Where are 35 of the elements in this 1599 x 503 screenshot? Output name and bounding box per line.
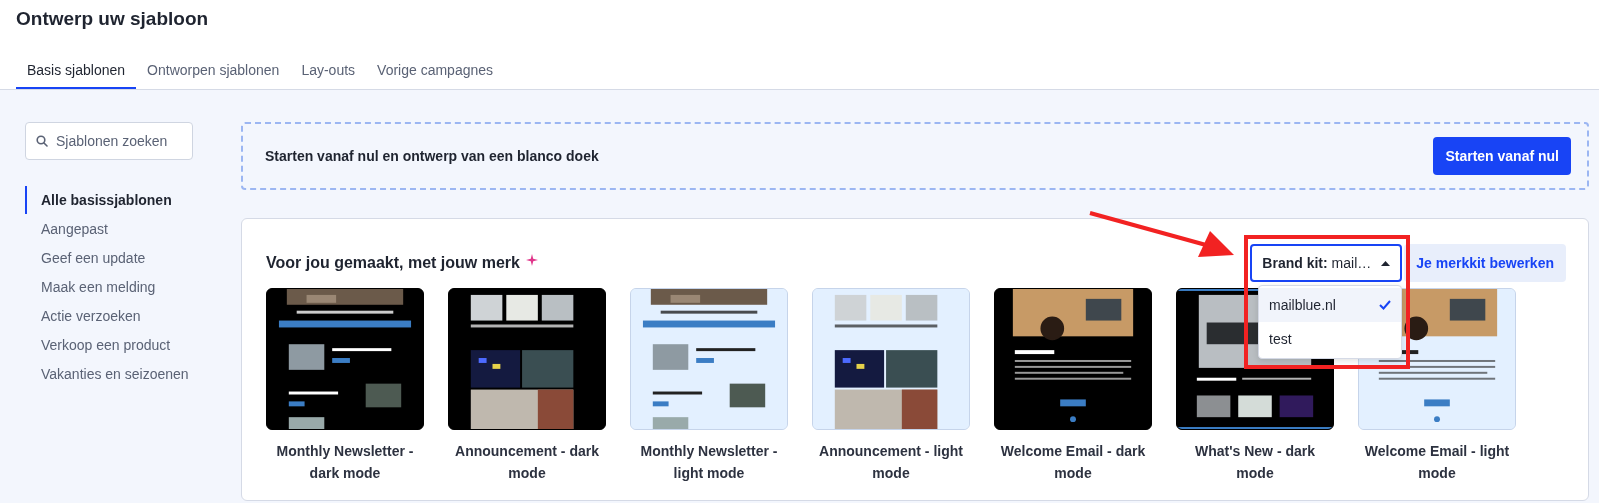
tab[interactable]: Lay-outs	[290, 56, 367, 89]
tab[interactable]: Basis sjablonen	[16, 56, 137, 89]
template-name: Welcome Email - light mode	[1363, 442, 1511, 483]
template-name: Announcement - light mode	[818, 442, 964, 483]
category-item[interactable]: Maak een melding	[25, 273, 193, 301]
category-item[interactable]: Geef een update	[25, 244, 193, 272]
category-item[interactable]: Aangepast	[25, 215, 193, 243]
category-item[interactable]: Verkoop een product	[25, 331, 193, 359]
template-name: Welcome Email - dark mode	[999, 442, 1147, 483]
page-title: Ontwerp uw sjabloon	[16, 7, 210, 31]
template-card[interactable]: Monthly Newsletter - light mode	[630, 288, 788, 484]
brand-kit-dropdown[interactable]: Brand kit: mail…	[1250, 244, 1403, 282]
template-card[interactable]: Monthly Newsletter - dark mode	[266, 288, 424, 484]
category-item[interactable]: Vakanties en seizoenen	[25, 360, 193, 388]
template-name: Monthly Newsletter - dark mode	[275, 442, 415, 483]
template-card[interactable]: Announcement - dark mode	[448, 288, 606, 484]
template-card[interactable]: Announcement - light mode	[812, 288, 970, 484]
category-item[interactable]: Actie verzoeken	[25, 302, 193, 330]
start-button[interactable]: Starten vanaf nul	[1433, 137, 1571, 175]
search-icon	[36, 135, 48, 147]
tab[interactable]: Vorige campagnes	[366, 56, 505, 89]
search-field[interactable]: Sjablonen zoeken	[25, 122, 193, 160]
check-icon	[1379, 300, 1391, 310]
template-card[interactable]: Welcome Email - dark mode	[994, 288, 1152, 484]
tab[interactable]: Ontworpen sjablonen	[136, 56, 291, 89]
sparkle-icon	[526, 254, 538, 266]
category-item[interactable]: Alle basissjablonen	[25, 186, 193, 214]
blank-canvas-text: Starten vanaf nul en ontwerp van een blanco doek	[265, 148, 599, 164]
section-heading: Voor jou gemaakt, met jouw merk	[266, 254, 520, 272]
template-name: Announcement - dark mode	[454, 442, 600, 483]
template-name: What's New - dark mode	[1194, 442, 1316, 483]
template-name: Monthly Newsletter - light mode	[639, 442, 779, 483]
dropdown-option[interactable]: test	[1259, 322, 1401, 356]
edit-brand-kit-button[interactable]: Je merkkit bewerken	[1404, 244, 1566, 282]
dropdown-option[interactable]: mailblue.nl	[1259, 288, 1401, 322]
